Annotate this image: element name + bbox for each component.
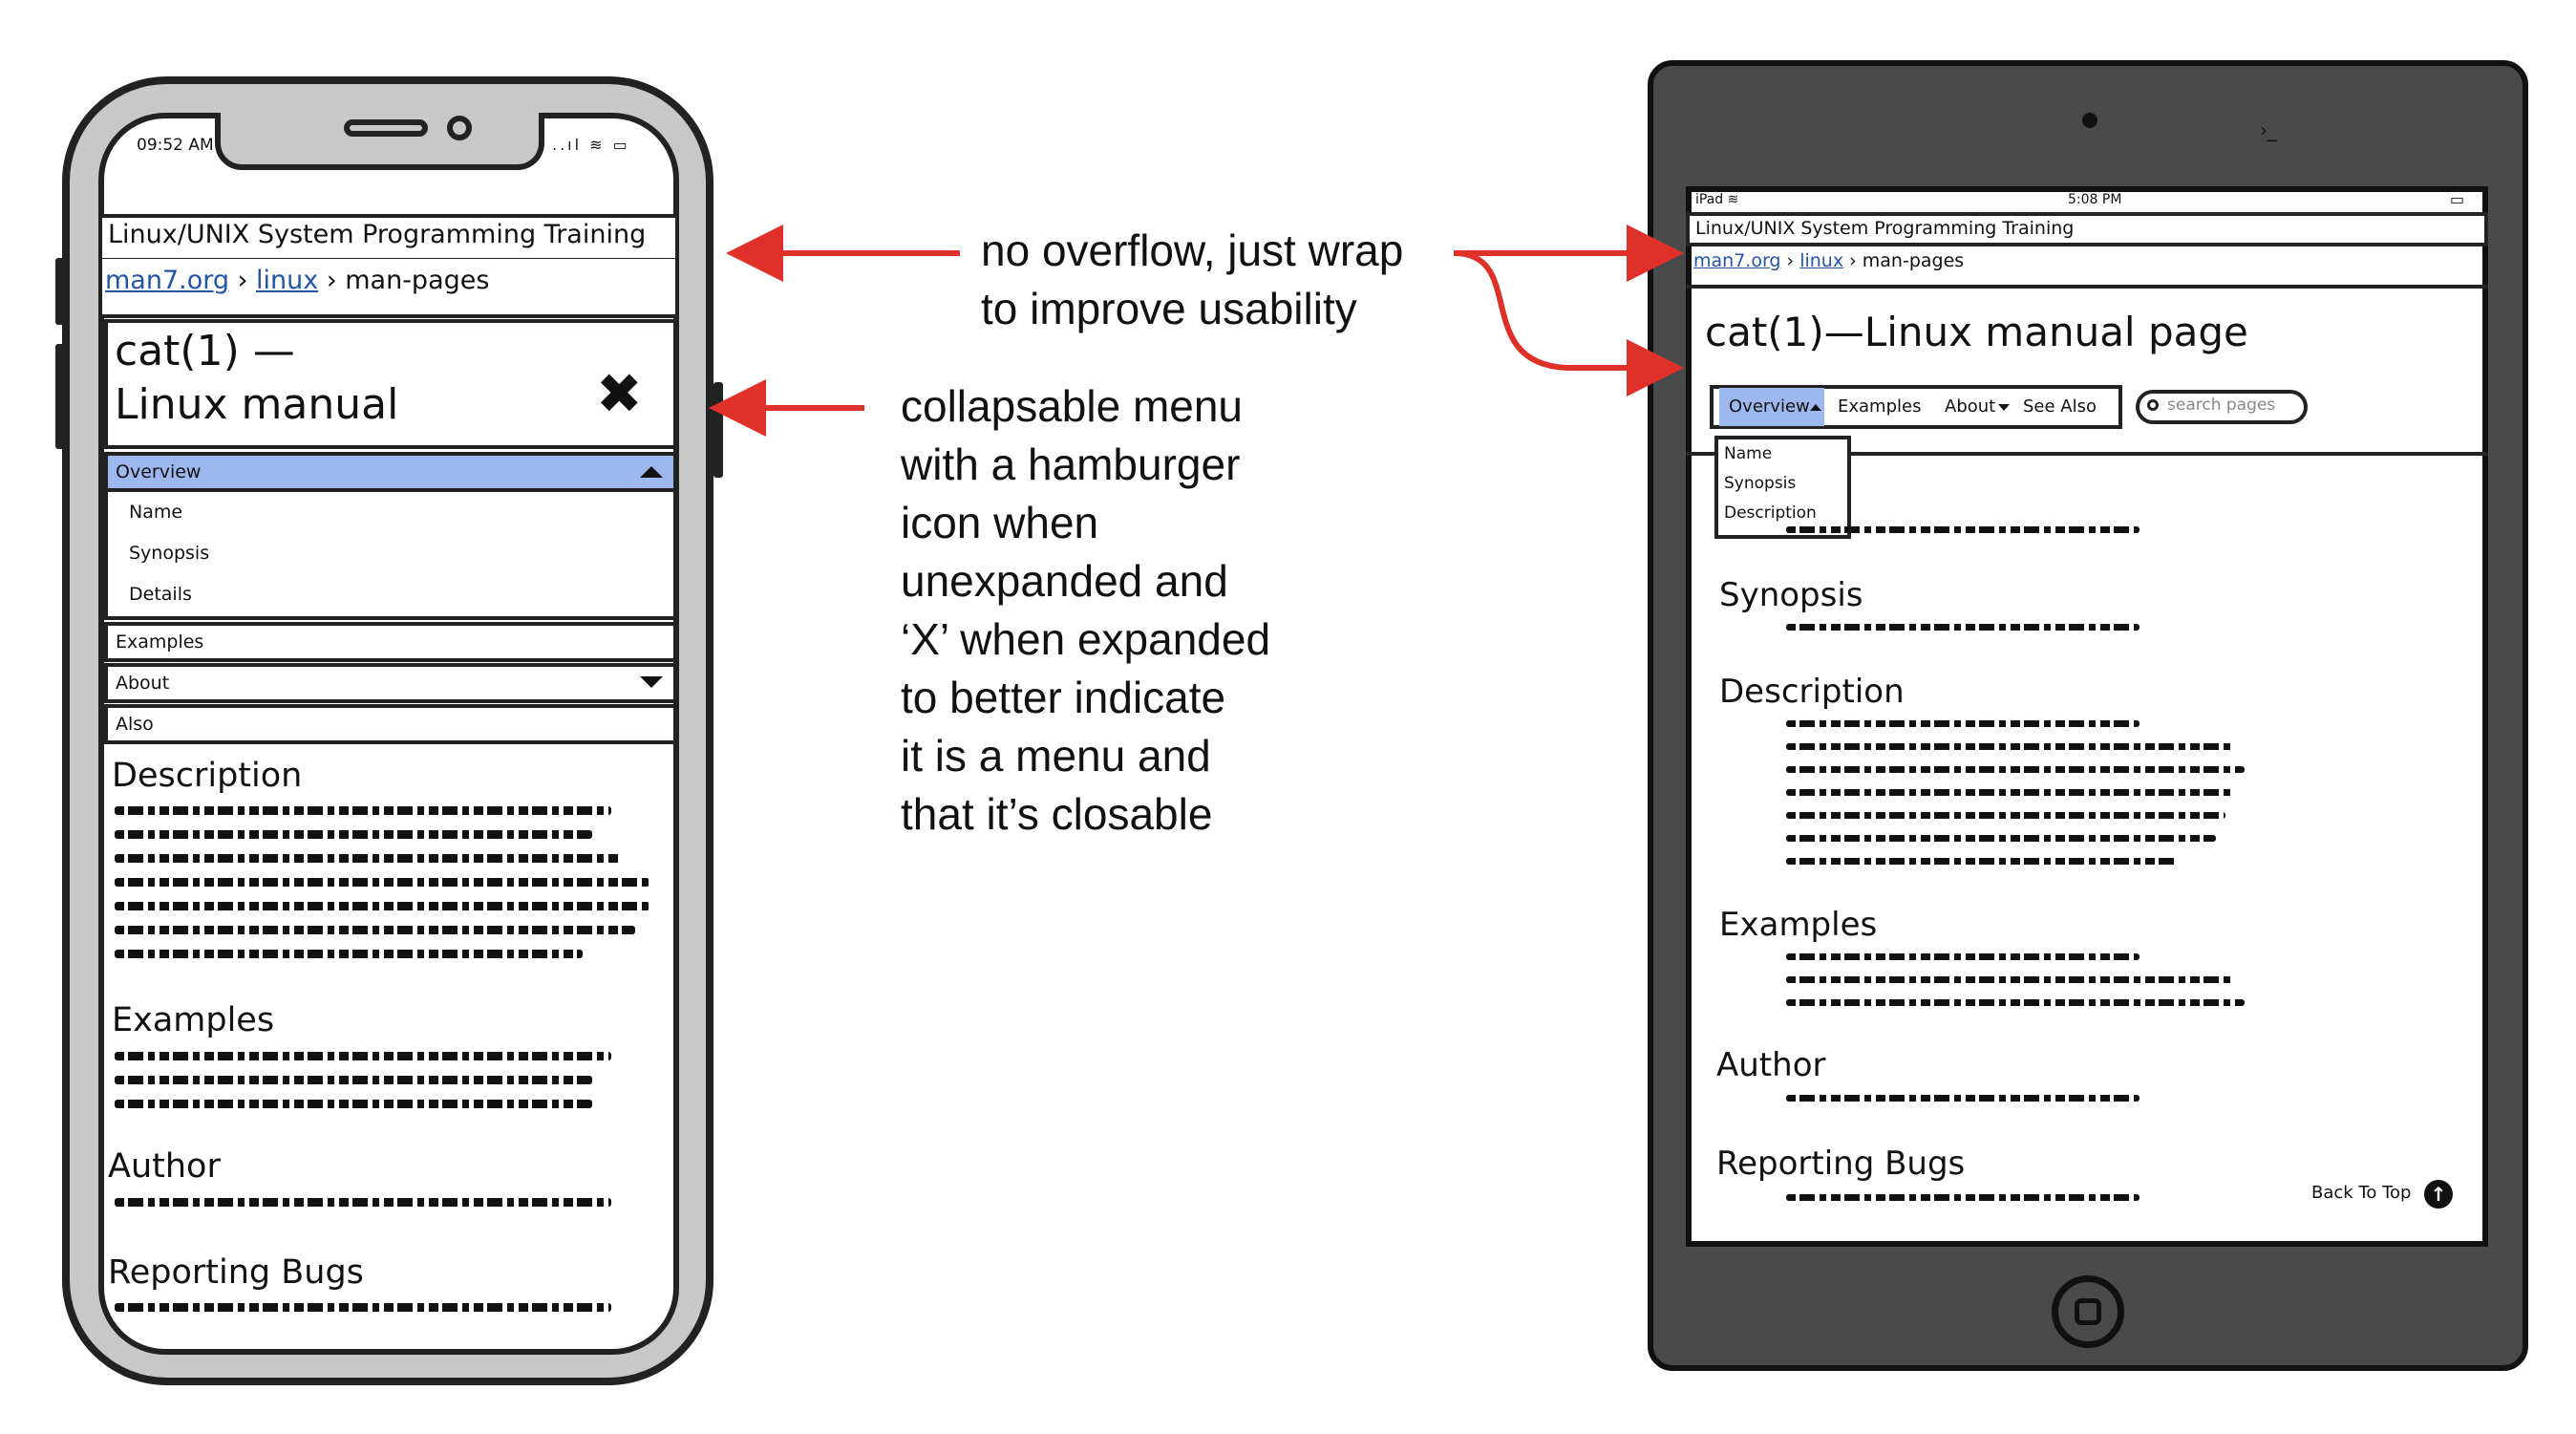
arrow-to-tablet-breadcrumb: [1453, 250, 1684, 396]
annotation-arrows: [709, 225, 1684, 437]
